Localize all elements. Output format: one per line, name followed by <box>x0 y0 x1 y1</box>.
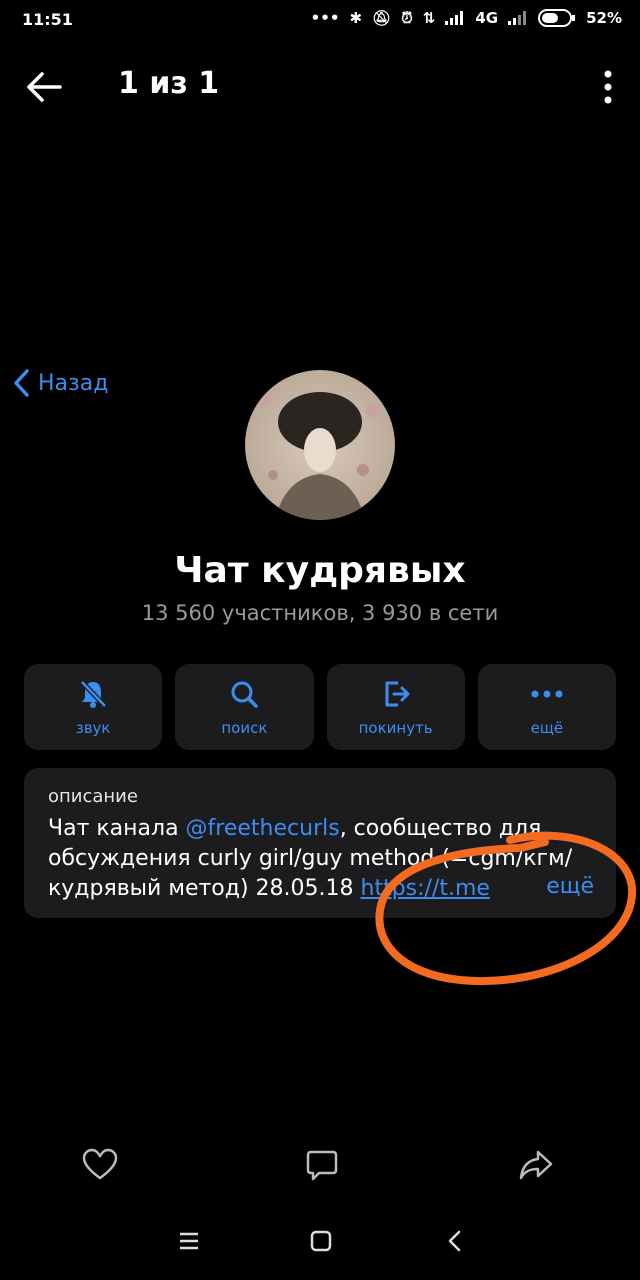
viewer-toolbar: 1 из 1 <box>0 52 640 122</box>
more-notifications-icon: ••• <box>310 9 340 27</box>
back-link-label: Назад <box>38 370 109 396</box>
comment-icon[interactable] <box>305 1148 339 1182</box>
search-button-label: поиск <box>221 719 268 737</box>
annotation-circle <box>375 831 637 985</box>
share-icon[interactable] <box>518 1148 554 1182</box>
system-back-icon[interactable] <box>446 1230 462 1252</box>
viewer-bottom-bar <box>0 1140 640 1200</box>
status-icons: ••• ✱ 🔕︎ ⏰︎ ⇅ 4G 52% <box>311 9 622 27</box>
data-icon: ⇅ <box>422 9 436 27</box>
chat-avatar[interactable] <box>245 370 395 520</box>
network-type: 4G <box>475 9 499 27</box>
signal-icon-2 <box>508 11 527 25</box>
chat-member-count: 13 560 участников, 3 930 в сети <box>141 601 499 625</box>
recents-icon[interactable] <box>178 1230 200 1252</box>
back-arrow-icon[interactable] <box>26 70 62 104</box>
more-horizontal-icon <box>531 690 563 698</box>
battery-percent: 52% <box>586 9 622 27</box>
description-prefix: Чат канала <box>48 816 186 841</box>
menu-dots-icon[interactable] <box>604 70 612 104</box>
signal-icon <box>445 11 464 25</box>
viewer-title: 1 из 1 <box>118 66 220 101</box>
search-button[interactable]: поиск <box>175 664 314 750</box>
back-link[interactable]: Назад <box>12 368 108 398</box>
battery-icon <box>538 9 576 27</box>
status-time: 11:51 <box>22 10 73 29</box>
chevron-left-icon <box>14 369 29 397</box>
chat-title: Чат кудрявых <box>174 550 466 591</box>
leave-button[interactable]: покинуть <box>326 664 465 750</box>
leave-icon <box>385 681 410 707</box>
mute-button-label: звук <box>75 719 111 737</box>
search-icon <box>231 681 259 708</box>
status-bar: 11:51 ••• ✱ 🔕︎ ⏰︎ ⇅ 4G 52% <box>0 0 640 40</box>
heart-icon[interactable] <box>82 1148 118 1182</box>
more-button-label: ещё <box>530 719 564 737</box>
description-header: описание <box>48 786 138 807</box>
system-navigation-bar <box>0 1220 640 1264</box>
bell-mute-icon <box>80 680 107 708</box>
alarm-icon: ⏰︎ <box>401 9 413 27</box>
more-button[interactable]: ещё <box>477 664 616 750</box>
mention-link[interactable]: @freethecurls <box>186 816 340 841</box>
mute-icon: 🔕︎ <box>372 9 392 27</box>
mute-button[interactable]: звук <box>24 664 163 750</box>
leave-button-label: покинуть <box>358 719 433 737</box>
action-row: звук поиск покинуть ещё <box>24 664 616 750</box>
bluetooth-icon: ✱ <box>349 9 363 27</box>
home-icon[interactable] <box>310 1230 332 1252</box>
